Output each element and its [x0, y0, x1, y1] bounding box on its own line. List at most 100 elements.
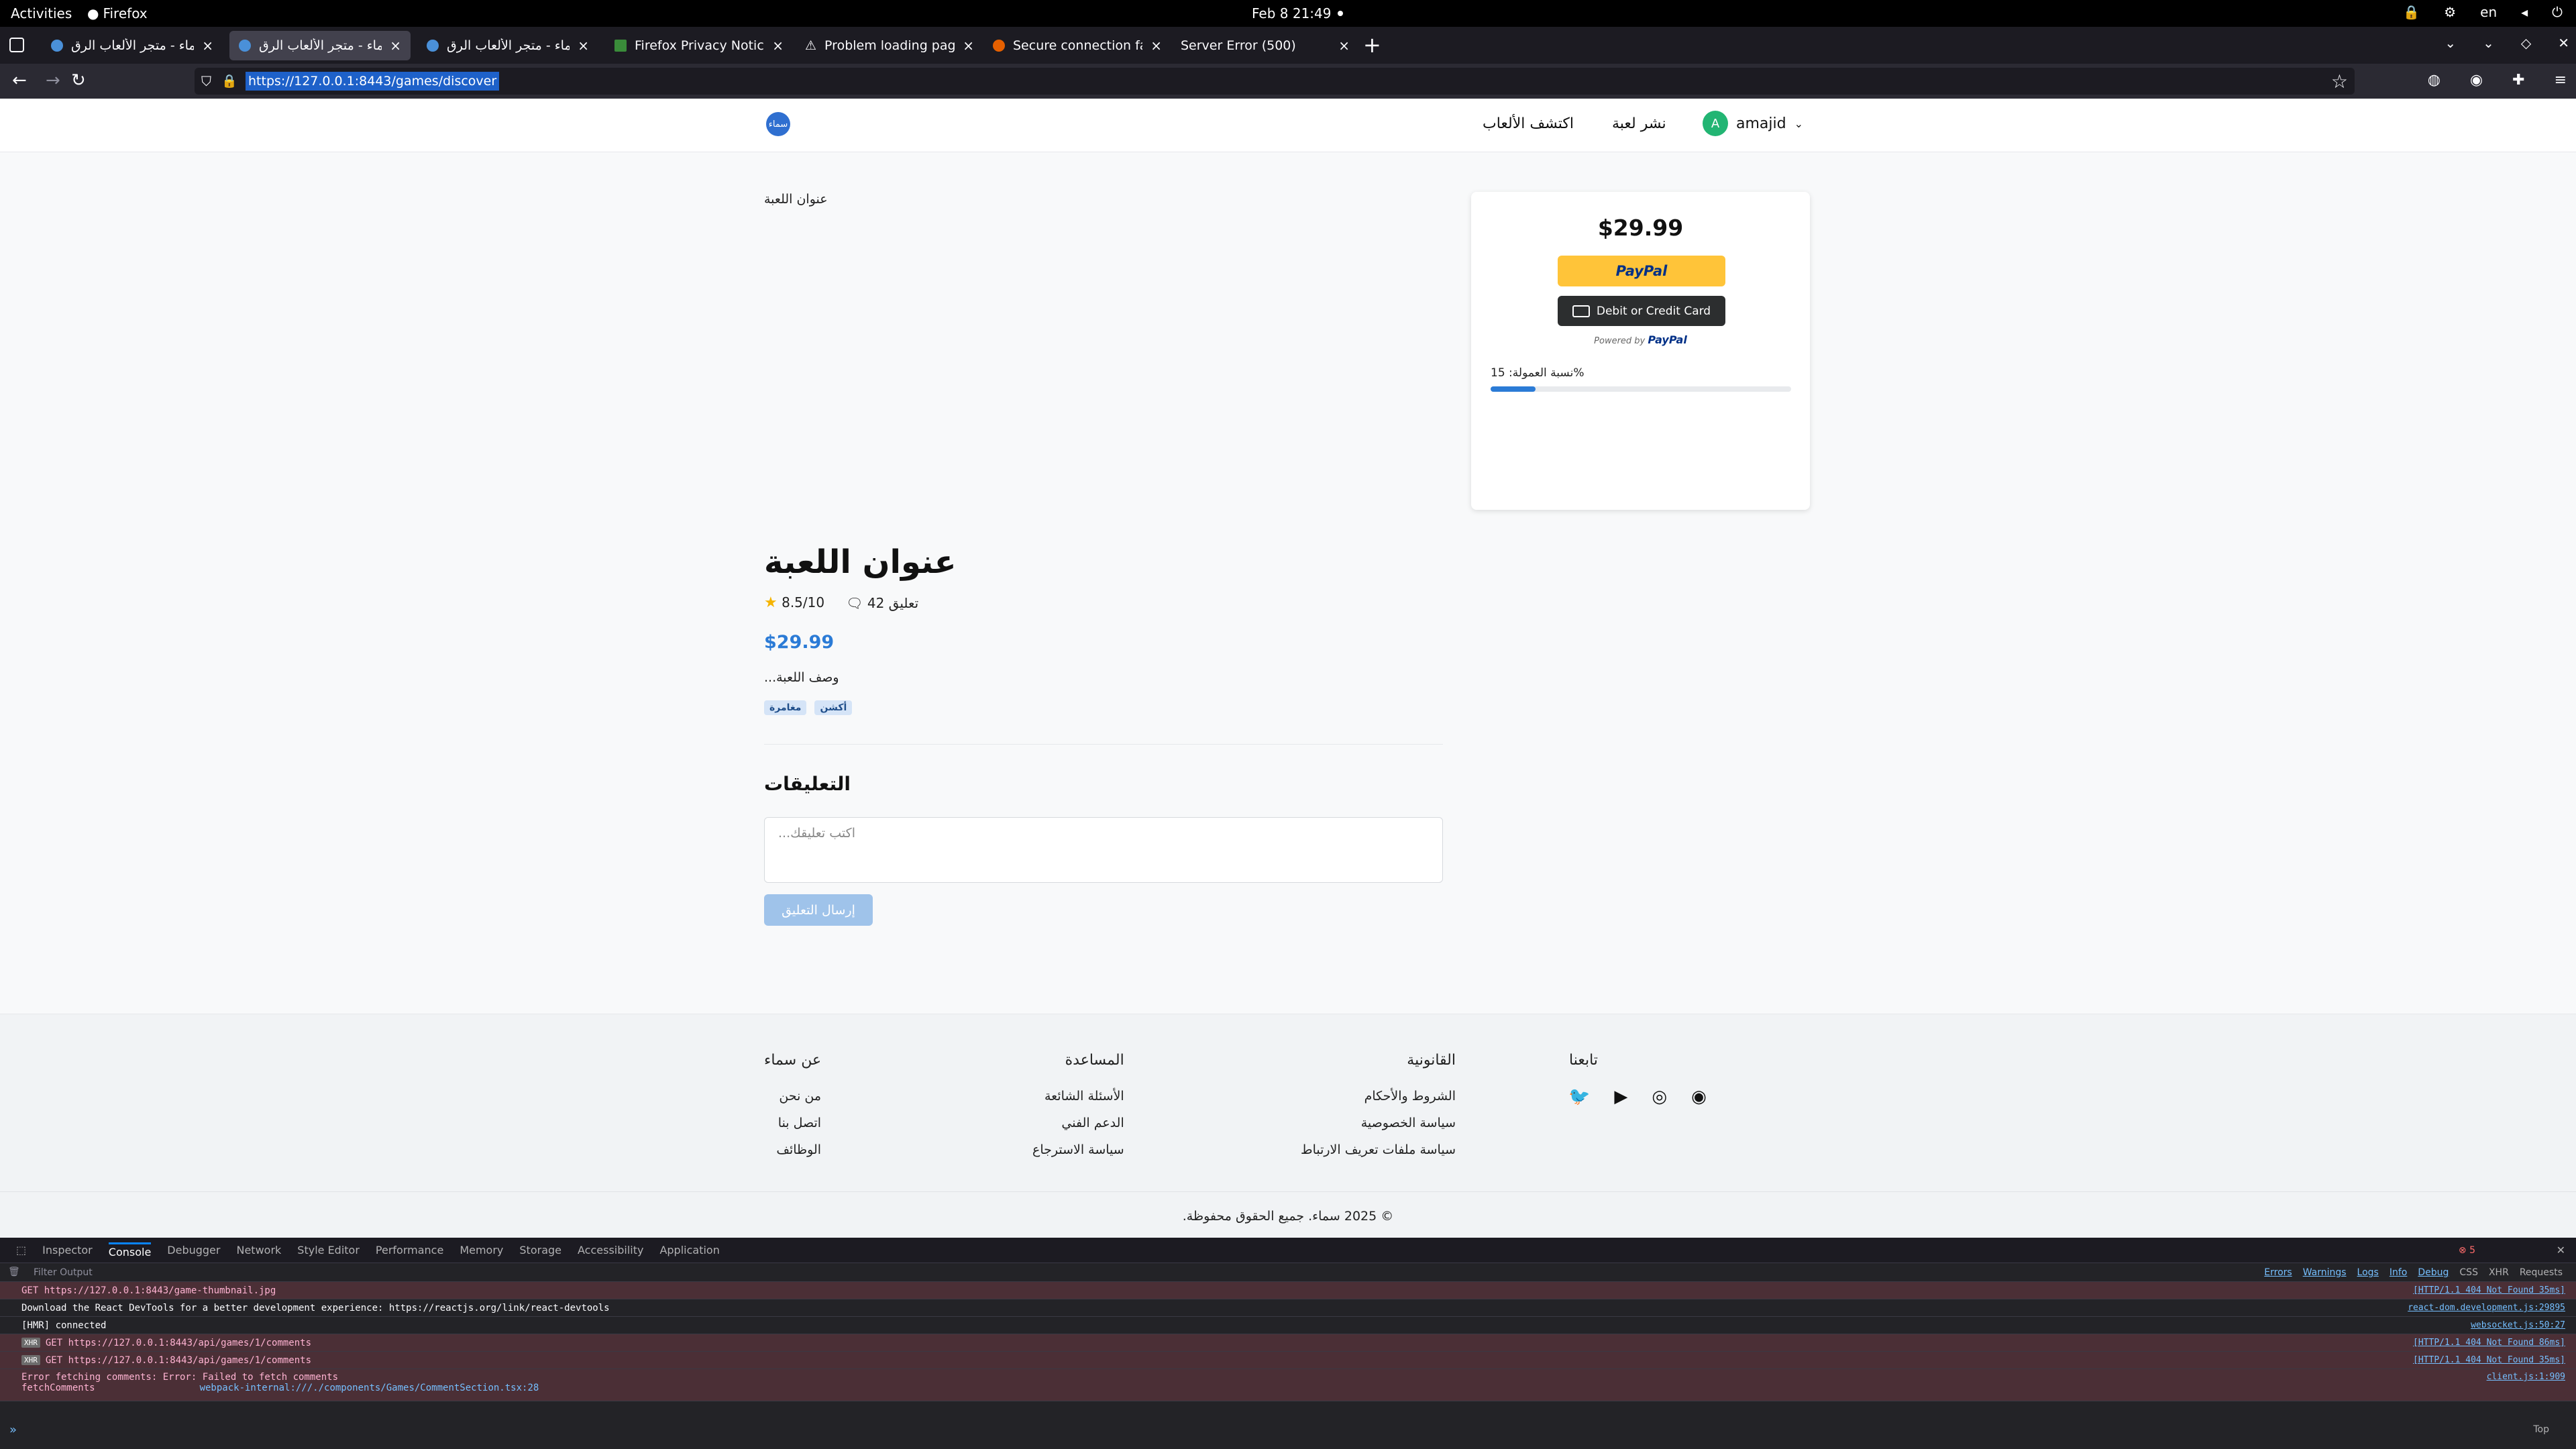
- nav-publish-game[interactable]: نشر لعبة: [1612, 115, 1666, 132]
- tab-5[interactable]: Secure connection failed ×: [983, 31, 1171, 60]
- tab-2[interactable]: سماء - متجر الألعاب الرق ×: [417, 31, 598, 60]
- tab-accessibility[interactable]: Accessibility: [578, 1244, 643, 1256]
- forward-icon[interactable]: →: [46, 70, 60, 91]
- message-source[interactable]: client.js:1:909: [2487, 1372, 2565, 1382]
- menu-icon[interactable]: ≡: [2555, 72, 2567, 89]
- youtube-icon[interactable]: ▶: [1614, 1087, 1627, 1107]
- language-indicator[interactable]: en: [2480, 4, 2497, 20]
- tab-style-editor[interactable]: Style Editor: [297, 1244, 360, 1256]
- app-menu[interactable]: ● Firefox: [87, 5, 148, 21]
- tab-debugger[interactable]: Debugger: [167, 1244, 220, 1256]
- extensions-icon[interactable]: ✚: [2512, 72, 2524, 89]
- tag[interactable]: مغامرة: [764, 700, 807, 715]
- message-source[interactable]: [HTTP/1.1 404 Not Found 35ms]: [2413, 1285, 2565, 1295]
- footer-link[interactable]: سياسة ملفات تعريف الارتباط: [1301, 1142, 1456, 1157]
- tab-network[interactable]: Network: [236, 1244, 281, 1256]
- activities-button[interactable]: Activities: [11, 5, 72, 21]
- tab-6[interactable]: Server Error (500) ×: [1171, 31, 1359, 60]
- message-source[interactable]: react-dom.development.js:29895: [2408, 1303, 2565, 1313]
- favicon-icon: [614, 40, 627, 52]
- restore-icon[interactable]: ◇: [2521, 35, 2531, 51]
- footer-link[interactable]: الوظائف: [764, 1142, 821, 1157]
- footer-link[interactable]: سياسة الاسترجاع: [1032, 1142, 1124, 1157]
- tag[interactable]: أكشن: [814, 700, 853, 715]
- tab-storage[interactable]: Storage: [519, 1244, 561, 1256]
- footer-link[interactable]: الأسئلة الشائعة: [1032, 1089, 1124, 1104]
- level-errors[interactable]: Errors: [2264, 1267, 2292, 1278]
- firefox-view-button[interactable]: [9, 38, 24, 52]
- console-message[interactable]: XHR GET https://127.0.0.1:8443/api/games/…: [0, 1334, 2576, 1352]
- level-debug[interactable]: Debug: [2418, 1267, 2449, 1278]
- minimize-icon[interactable]: ⌄: [2483, 35, 2494, 51]
- console-message[interactable]: [HMR] connected websocket.js:50:27: [0, 1317, 2576, 1334]
- pocket-icon[interactable]: ◍: [2428, 72, 2440, 89]
- level-info[interactable]: Info: [2390, 1267, 2408, 1278]
- tab-console[interactable]: Console: [108, 1242, 152, 1258]
- url-bar[interactable]: ⛉ 🔒 https://127.0.0.1:8443/games/discove…: [195, 68, 2355, 95]
- filter-input[interactable]: Filter Output: [34, 1267, 93, 1278]
- reload-icon[interactable]: ↻: [71, 70, 86, 91]
- comment-textarea[interactable]: اكتب تعليقك...: [764, 817, 1443, 883]
- close-window-icon[interactable]: ✕: [2558, 35, 2569, 51]
- close-icon[interactable]: ×: [1150, 38, 1162, 54]
- level-css[interactable]: CSS: [2459, 1267, 2478, 1278]
- console-input[interactable]: » Top: [0, 1419, 2576, 1440]
- message-source[interactable]: websocket.js:50:27: [2471, 1320, 2565, 1330]
- console-message[interactable]: Download the React DevTools for a better…: [0, 1299, 2576, 1317]
- footer-link[interactable]: سياسة الخصوصية: [1301, 1116, 1456, 1130]
- footer-link[interactable]: اتصل بنا: [764, 1116, 821, 1130]
- url-text[interactable]: https://127.0.0.1:8443/games/discover: [246, 72, 500, 91]
- list-all-tabs-icon[interactable]: ⌄: [2445, 35, 2456, 51]
- close-icon[interactable]: ×: [963, 38, 974, 54]
- tab-3[interactable]: Firefox Privacy Notice — ×: [605, 31, 793, 60]
- close-icon[interactable]: ×: [772, 38, 784, 54]
- footer-link[interactable]: من نحن: [764, 1089, 821, 1104]
- tab-application[interactable]: Application: [659, 1244, 719, 1256]
- error-count-badge[interactable]: ⊗ 5: [2459, 1245, 2475, 1256]
- clock[interactable]: Feb 8 21:49: [1252, 5, 1332, 21]
- close-icon[interactable]: ×: [202, 38, 213, 54]
- footer-link[interactable]: الشروط والأحكام: [1301, 1089, 1456, 1104]
- nav-discover-games[interactable]: اكتشف الألعاب: [1483, 115, 1574, 132]
- tab-performance[interactable]: Performance: [376, 1244, 443, 1256]
- console-message[interactable]: XHR GET https://127.0.0.1:8443/api/games/…: [0, 1352, 2576, 1369]
- submit-comment-button[interactable]: إرسال التعليق: [764, 894, 873, 926]
- level-xhr[interactable]: XHR: [2489, 1267, 2509, 1278]
- close-icon[interactable]: ×: [578, 38, 589, 54]
- paypal-button[interactable]: PayPal: [1558, 256, 1725, 286]
- level-requests[interactable]: Requests: [2520, 1267, 2563, 1278]
- tab-4[interactable]: ⚠ Problem loading page ×: [796, 31, 983, 60]
- level-logs[interactable]: Logs: [2357, 1267, 2379, 1278]
- close-icon[interactable]: ×: [1338, 38, 1350, 54]
- tracking-protection-icon[interactable]: ⛉: [201, 73, 211, 89]
- close-devtools-icon[interactable]: ✕: [2557, 1244, 2565, 1256]
- footer-link[interactable]: الدعم الفني: [1032, 1116, 1124, 1130]
- tab-title: سماء - متجر الألعاب الرق: [71, 38, 195, 53]
- new-tab-button[interactable]: +: [1363, 32, 1381, 58]
- back-icon[interactable]: ←: [12, 70, 27, 91]
- message-source[interactable]: [HTTP/1.1 404 Not Found 86ms]: [2413, 1338, 2565, 1348]
- context-selector[interactable]: Top: [2533, 1424, 2549, 1435]
- tab-memory[interactable]: Memory: [460, 1244, 503, 1256]
- twitter-icon[interactable]: 🐦: [1568, 1087, 1590, 1107]
- message-source[interactable]: [HTTP/1.1 404 Not Found 35ms]: [2413, 1355, 2565, 1365]
- site-logo[interactable]: سماء: [766, 112, 790, 136]
- bookmark-star-icon[interactable]: ☆: [2331, 70, 2348, 93]
- account-icon[interactable]: ◉: [2470, 72, 2483, 89]
- trash-icon[interactable]: 🗑: [8, 1267, 20, 1277]
- tab-1[interactable]: سماء - متجر الألعاب الرق ×: [229, 31, 411, 60]
- system-tray[interactable]: 🔒 ⚙ en ◂ ⏻: [2403, 4, 2563, 20]
- debit-credit-card-button[interactable]: Debit or Credit Card: [1558, 296, 1725, 326]
- discord-icon[interactable]: ◉: [1691, 1087, 1707, 1107]
- tab-inspector[interactable]: Inspector: [42, 1244, 93, 1256]
- pick-element-icon[interactable]: ⬚: [16, 1244, 26, 1256]
- console-error-message[interactable]: Error fetching comments: Error: Failed t…: [0, 1369, 2576, 1401]
- user-menu[interactable]: A amajid ⌄: [1703, 111, 1803, 136]
- close-icon[interactable]: ×: [390, 38, 401, 54]
- trace-location[interactable]: webpack-internal:///./components/Games/C…: [200, 1383, 539, 1393]
- tab-0[interactable]: سماء - متجر الألعاب الرق ×: [42, 31, 223, 60]
- console-message[interactable]: GET https://127.0.0.1:8443/game-thumbnai…: [0, 1282, 2576, 1299]
- instagram-icon[interactable]: ◎: [1652, 1087, 1667, 1107]
- site-info-icon[interactable]: 🔒: [221, 73, 237, 89]
- level-warnings[interactable]: Warnings: [2303, 1267, 2347, 1278]
